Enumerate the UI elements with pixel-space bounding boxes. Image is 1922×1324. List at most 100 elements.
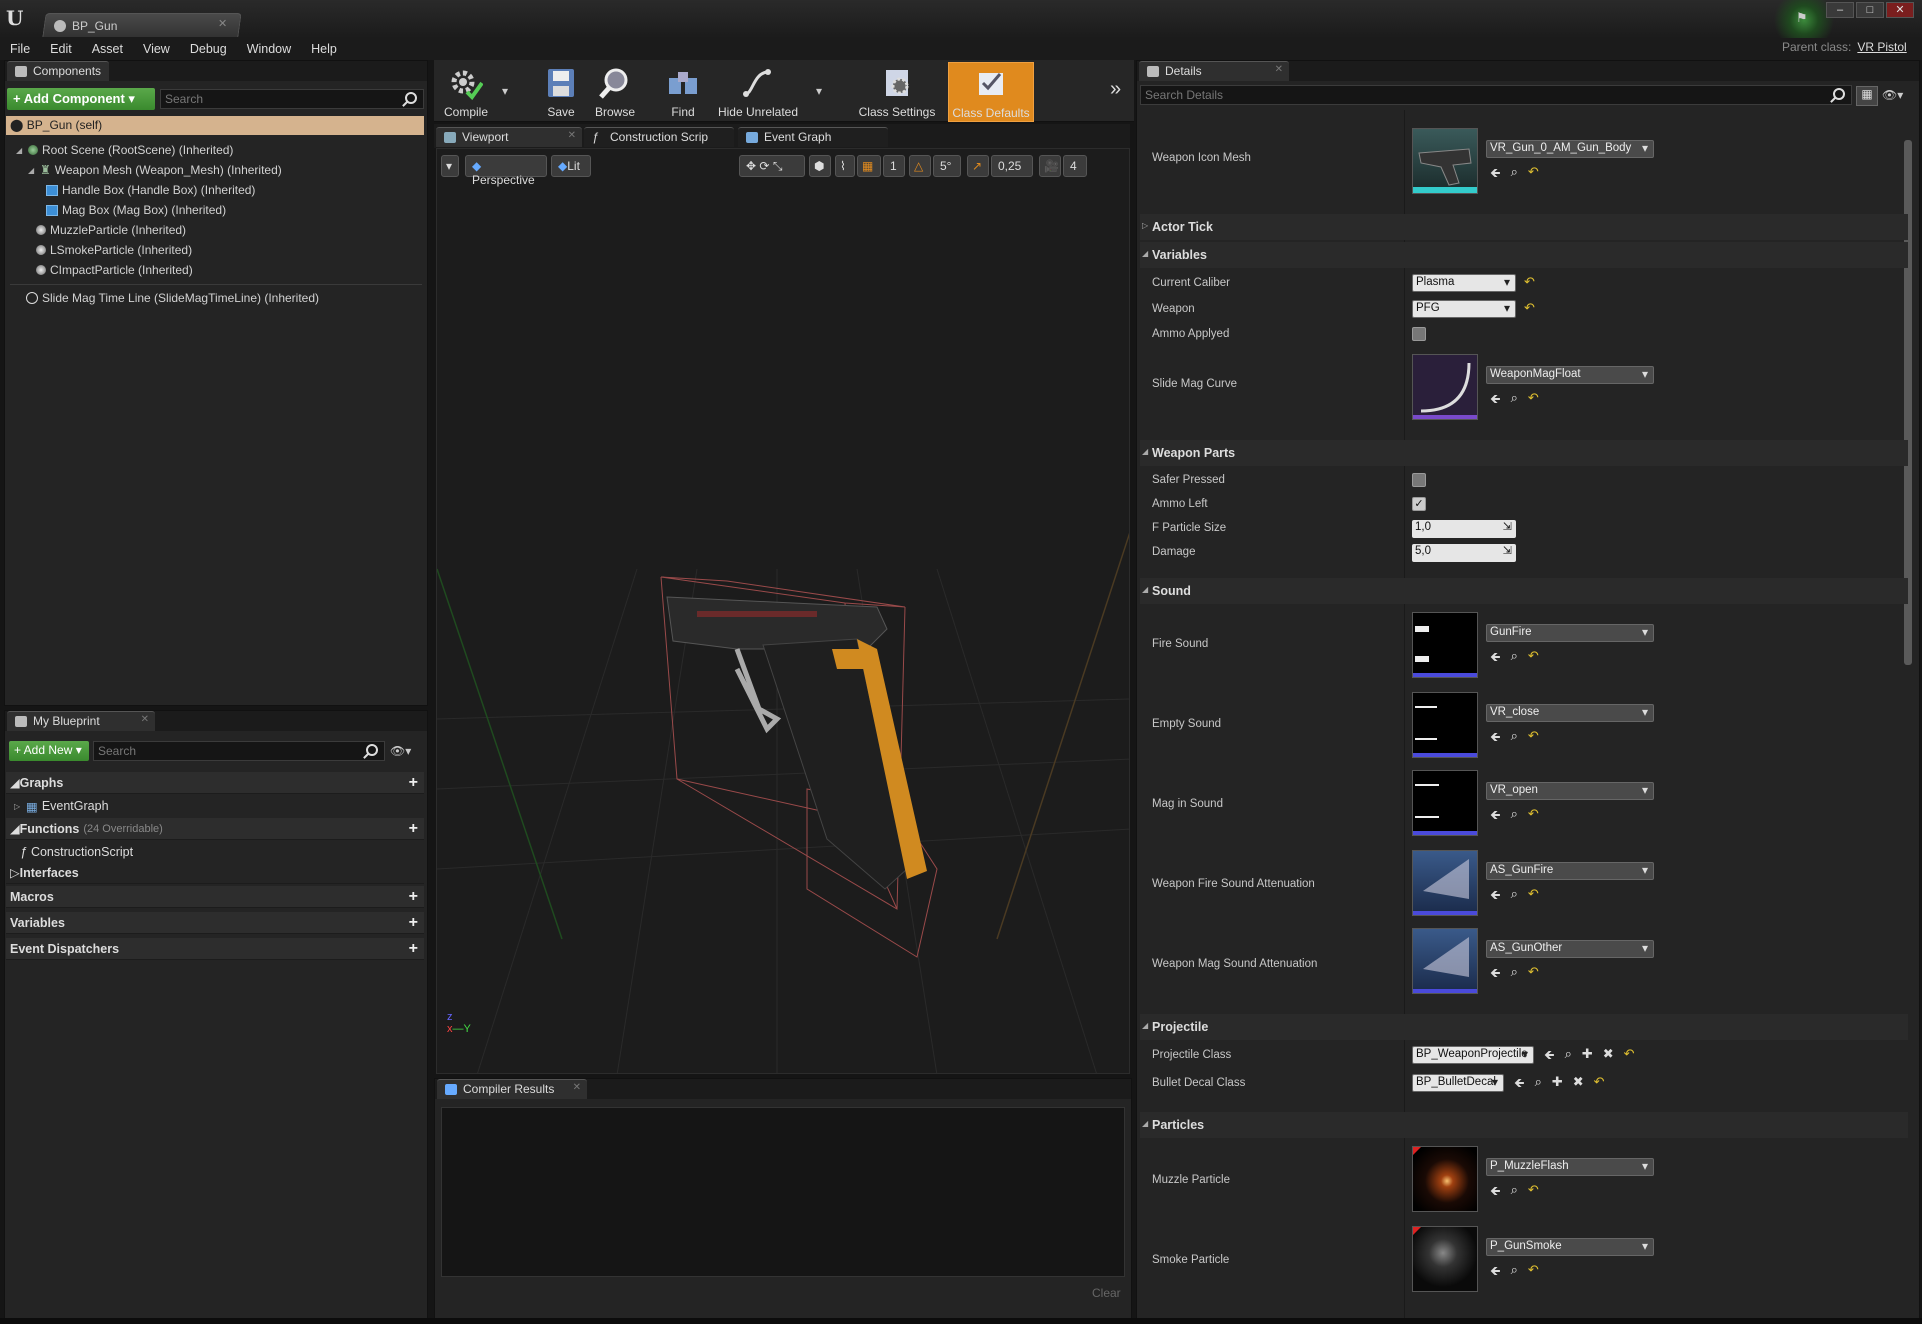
tree-item-timeline[interactable]: Slide Mag Time Line (SlideMagTimeLine) (… <box>26 288 319 308</box>
use-selected-icon[interactable]: 🡸 <box>1490 728 1501 750</box>
safer-pressed-checkbox[interactable] <box>1412 473 1426 487</box>
viewport[interactable]: ▾ ◆ Perspective ◆Lit ✥ ⟳ ⤡ ⬢ ⌇ ▦ 1 △ 5° … <box>436 148 1130 1074</box>
use-selected-icon[interactable]: 🡸 <box>1490 648 1501 670</box>
section-variables[interactable]: Variables <box>1140 242 1908 268</box>
weapon-dropdown[interactable]: PFG <box>1412 300 1516 318</box>
world-local-icon[interactable]: ⬢ <box>809 155 831 177</box>
maximize-button[interactable]: □ <box>1856 2 1884 18</box>
browse-icon[interactable]: ⌕ <box>1511 1182 1518 1204</box>
reset-icon[interactable]: ↶ <box>1524 300 1535 316</box>
caliber-dropdown[interactable]: Plasma <box>1412 274 1516 292</box>
add-component-button[interactable]: + Add Component ▾ <box>7 88 155 110</box>
rotation-snap-value[interactable]: 5° <box>933 155 961 177</box>
browse-icon[interactable]: ⌕ <box>1511 648 1518 670</box>
hide-unrelated-button[interactable]: Hide Unrelated <box>716 62 800 122</box>
tree-item-lsmoke-particle[interactable]: LSmokeParticle (Inherited) <box>16 240 424 260</box>
section-actor-tick[interactable]: Actor Tick <box>1140 214 1908 240</box>
details-search-input[interactable]: Search Details <box>1140 85 1852 105</box>
curve-thumbnail[interactable] <box>1412 354 1479 420</box>
class-defaults-button[interactable]: Class Defaults <box>948 62 1034 122</box>
tree-item-weapon-mesh[interactable]: ◢ ♜ Weapon Mesh (Weapon_Mesh) (Inherited) <box>16 160 424 180</box>
property-matrix-icon[interactable]: ▦ <box>1856 86 1878 106</box>
add-icon[interactable]: ✚ <box>1552 1074 1563 1096</box>
add-variable-icon[interactable]: + <box>409 914 418 932</box>
close-tab-icon[interactable]: ✕ <box>1275 64 1283 75</box>
use-selected-icon[interactable]: 🡸 <box>1514 1074 1525 1096</box>
components-tab[interactable]: Components <box>7 61 110 81</box>
tab-viewport[interactable]: Viewport ✕ <box>436 127 582 147</box>
grid-size-value[interactable]: 1 <box>883 155 905 177</box>
section-weapon-parts[interactable]: Weapon Parts <box>1140 440 1908 466</box>
my-blueprint-tab[interactable]: My Blueprint ✕ <box>7 711 155 731</box>
scale-snap-icon[interactable]: ↗ <box>967 155 989 177</box>
tab-construction-script[interactable]: ƒ Construction Scrip <box>584 127 734 147</box>
sound-thumbnail[interactable] <box>1412 770 1479 836</box>
surface-snap-icon[interactable]: ⌇ <box>835 155 855 177</box>
lit-button[interactable]: ◆Lit <box>551 155 591 177</box>
particle-thumbnail[interactable] <box>1412 1226 1478 1292</box>
reset-icon[interactable]: ↶ <box>1528 886 1539 908</box>
view-options-eye-icon[interactable]: 👁▾ <box>1882 88 1903 102</box>
compiler-results-tab[interactable]: Compiler Results ✕ <box>437 1079 587 1099</box>
projectile-class-dropdown[interactable]: BP_WeaponProjectile <box>1412 1046 1534 1064</box>
blueprint-search-input[interactable]: Search <box>93 741 385 761</box>
asset-picker[interactable]: VR_close <box>1486 704 1654 722</box>
clear-button[interactable]: Clear <box>1092 1286 1121 1300</box>
clear-icon[interactable]: ✖ <box>1603 1046 1614 1068</box>
browse-icon[interactable]: ⌕ <box>1511 164 1518 186</box>
attenuation-thumbnail[interactable] <box>1412 850 1479 916</box>
event-dispatchers-category[interactable]: Event Dispatchers + <box>6 938 424 960</box>
parent-class-link[interactable]: VR Pistol <box>1857 40 1906 54</box>
reset-icon[interactable]: ↶ <box>1594 1074 1605 1096</box>
browse-icon[interactable]: ⌕ <box>1511 728 1518 750</box>
components-search-input[interactable]: Search <box>160 89 424 109</box>
minimize-button[interactable]: – <box>1826 2 1854 18</box>
section-particles[interactable]: Particles <box>1140 1112 1908 1138</box>
macros-category[interactable]: Macros + <box>6 886 424 908</box>
asset-picker[interactable]: P_GunSmoke <box>1486 1238 1654 1256</box>
add-macro-icon[interactable]: + <box>409 888 418 906</box>
particle-size-input[interactable]: 1,0 <box>1412 520 1516 538</box>
menu-debug[interactable]: Debug <box>180 42 237 56</box>
close-window-button[interactable]: ✕ <box>1886 2 1914 18</box>
tree-item-muzzle-particle[interactable]: MuzzleParticle (Inherited) <box>16 220 424 240</box>
unreal-logo-icon[interactable]: U <box>6 6 30 30</box>
find-button[interactable]: Find <box>660 62 706 122</box>
use-selected-icon[interactable]: 🡸 <box>1490 164 1501 186</box>
browse-icon[interactable]: ⌕ <box>1511 964 1518 986</box>
details-tab[interactable]: Details ✕ <box>1139 61 1289 81</box>
use-selected-icon[interactable]: 🡸 <box>1490 886 1501 908</box>
close-tab-icon[interactable]: ✕ <box>218 17 227 30</box>
scale-snap-value[interactable]: 0,25 <box>991 155 1033 177</box>
close-tab-icon[interactable]: ✕ <box>573 1082 581 1093</box>
tree-item-mag-box[interactable]: Mag Box (Mag Box) (Inherited) <box>16 200 424 220</box>
camera-speed-icon[interactable]: 🎥 <box>1039 155 1061 177</box>
close-tab-icon[interactable]: ✕ <box>141 714 149 725</box>
mesh-thumbnail[interactable] <box>1412 128 1479 194</box>
asset-picker[interactable]: AS_GunOther <box>1486 940 1654 958</box>
asset-picker[interactable]: GunFire <box>1486 624 1654 642</box>
ammo-applyed-checkbox[interactable] <box>1412 327 1426 341</box>
browse-button[interactable]: Browse <box>590 62 640 122</box>
tree-item-root-scene[interactable]: ◢ Root Scene (RootScene) (Inherited) <box>16 140 424 160</box>
section-projectile[interactable]: Projectile <box>1140 1014 1908 1040</box>
ammo-left-checkbox[interactable]: ✓ <box>1412 497 1426 511</box>
reset-icon[interactable]: ↶ <box>1528 164 1539 186</box>
reset-icon[interactable]: ↶ <box>1524 274 1535 290</box>
graphs-category[interactable]: ◢ Graphs + <box>6 772 424 794</box>
add-function-icon[interactable]: + <box>409 820 418 838</box>
use-selected-icon[interactable]: 🡸 <box>1490 1182 1501 1204</box>
add-new-button[interactable]: + Add New ▾ <box>9 741 89 761</box>
asset-picker[interactable]: AS_GunFire <box>1486 862 1654 880</box>
perspective-button[interactable]: ◆ Perspective <box>465 155 547 187</box>
event-graph-item[interactable]: ▷ ▦ EventGraph <box>6 796 424 816</box>
self-component-row[interactable]: ⬤ BP_Gun (self) <box>6 116 424 135</box>
menu-asset[interactable]: Asset <box>82 42 133 56</box>
add-dispatcher-icon[interactable]: + <box>409 940 418 958</box>
reset-icon[interactable]: ↶ <box>1528 648 1539 670</box>
menu-window[interactable]: Window <box>237 42 301 56</box>
browse-icon[interactable]: ⌕ <box>1511 886 1518 908</box>
interfaces-category[interactable]: ▷ Interfaces <box>6 862 424 884</box>
reset-icon[interactable]: ↶ <box>1624 1046 1635 1068</box>
reset-icon[interactable]: ↶ <box>1528 390 1539 412</box>
